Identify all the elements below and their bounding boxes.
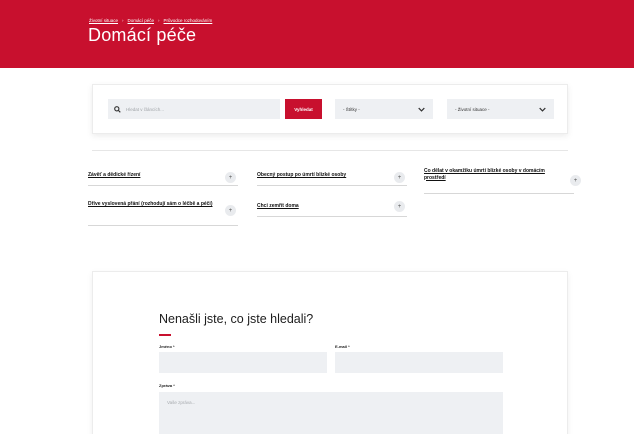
plus-icon[interactable]: + <box>394 172 405 183</box>
search-button[interactable]: Vyhledat <box>285 99 322 119</box>
topic-link[interactable]: Chci zemřít doma <box>257 203 385 210</box>
page-header: Životní situace › Domácí péče › Průvodce… <box>0 0 634 68</box>
name-field[interactable] <box>159 352 327 373</box>
section-divider <box>92 150 568 151</box>
plus-icon[interactable]: + <box>394 201 405 212</box>
message-label: Zpráva * <box>159 383 175 388</box>
chevron-down-icon <box>418 107 425 112</box>
search-panel: Vyhledat - Štítky - - Životní situace - <box>92 84 568 134</box>
topic-item: Závěť a dědické řízení + <box>88 170 238 186</box>
life-situation-select-value: - Životní situace - <box>455 106 490 112</box>
email-field[interactable] <box>335 352 503 373</box>
chevron-down-icon <box>539 107 546 112</box>
topic-item: Dříve vyslovená přání (rozhodují sám o l… <box>88 199 238 226</box>
title-accent-line <box>159 334 171 336</box>
plus-icon[interactable]: + <box>570 175 581 186</box>
plus-icon[interactable]: + <box>225 172 236 183</box>
breadcrumb-separator: › <box>158 18 160 23</box>
topic-link[interactable]: Obecný postup po úmrtí blízké osoby <box>257 172 385 179</box>
topic-link[interactable]: Závěť a dědické řízení <box>88 172 216 179</box>
breadcrumb-item-1[interactable]: Životní situace <box>89 18 118 23</box>
topic-item: Co dělat v okamžiku úmrtí blízké osoby v… <box>424 166 581 194</box>
form-title: Nenašli jste, co jste hledali? <box>159 312 314 326</box>
tags-select[interactable]: - Štítky - <box>335 99 433 119</box>
plus-icon[interactable]: + <box>225 205 236 216</box>
name-label: Jméno * <box>159 344 175 349</box>
message-field[interactable] <box>159 392 503 434</box>
breadcrumb-item-2[interactable]: Domácí péče <box>128 18 155 23</box>
life-situation-select[interactable]: - Životní situace - <box>447 99 554 119</box>
feedback-form: Nenašli jste, co jste hledali? Jméno * E… <box>92 271 568 434</box>
search-input[interactable] <box>126 99 280 119</box>
breadcrumb: Životní situace › Domácí péče › Průvodce… <box>89 18 212 23</box>
tags-select-value: - Štítky - <box>343 106 360 112</box>
topic-item: Chci zemřít doma + <box>257 199 407 217</box>
page-title: Domácí péče <box>88 25 197 45</box>
breadcrumb-item-3[interactable]: Průvodce rozhodováním <box>164 18 213 23</box>
breadcrumb-separator: › <box>122 18 124 23</box>
search-box <box>108 99 280 119</box>
topic-link[interactable]: Dříve vyslovená přání (rozhodují sám o l… <box>88 201 216 208</box>
topic-item: Obecný postup po úmrtí blízké osoby + <box>257 170 407 186</box>
search-icon <box>108 99 126 119</box>
topic-link[interactable]: Co dělat v okamžiku úmrtí blízké osoby v… <box>424 168 552 181</box>
email-label: E-mail * <box>335 344 350 349</box>
